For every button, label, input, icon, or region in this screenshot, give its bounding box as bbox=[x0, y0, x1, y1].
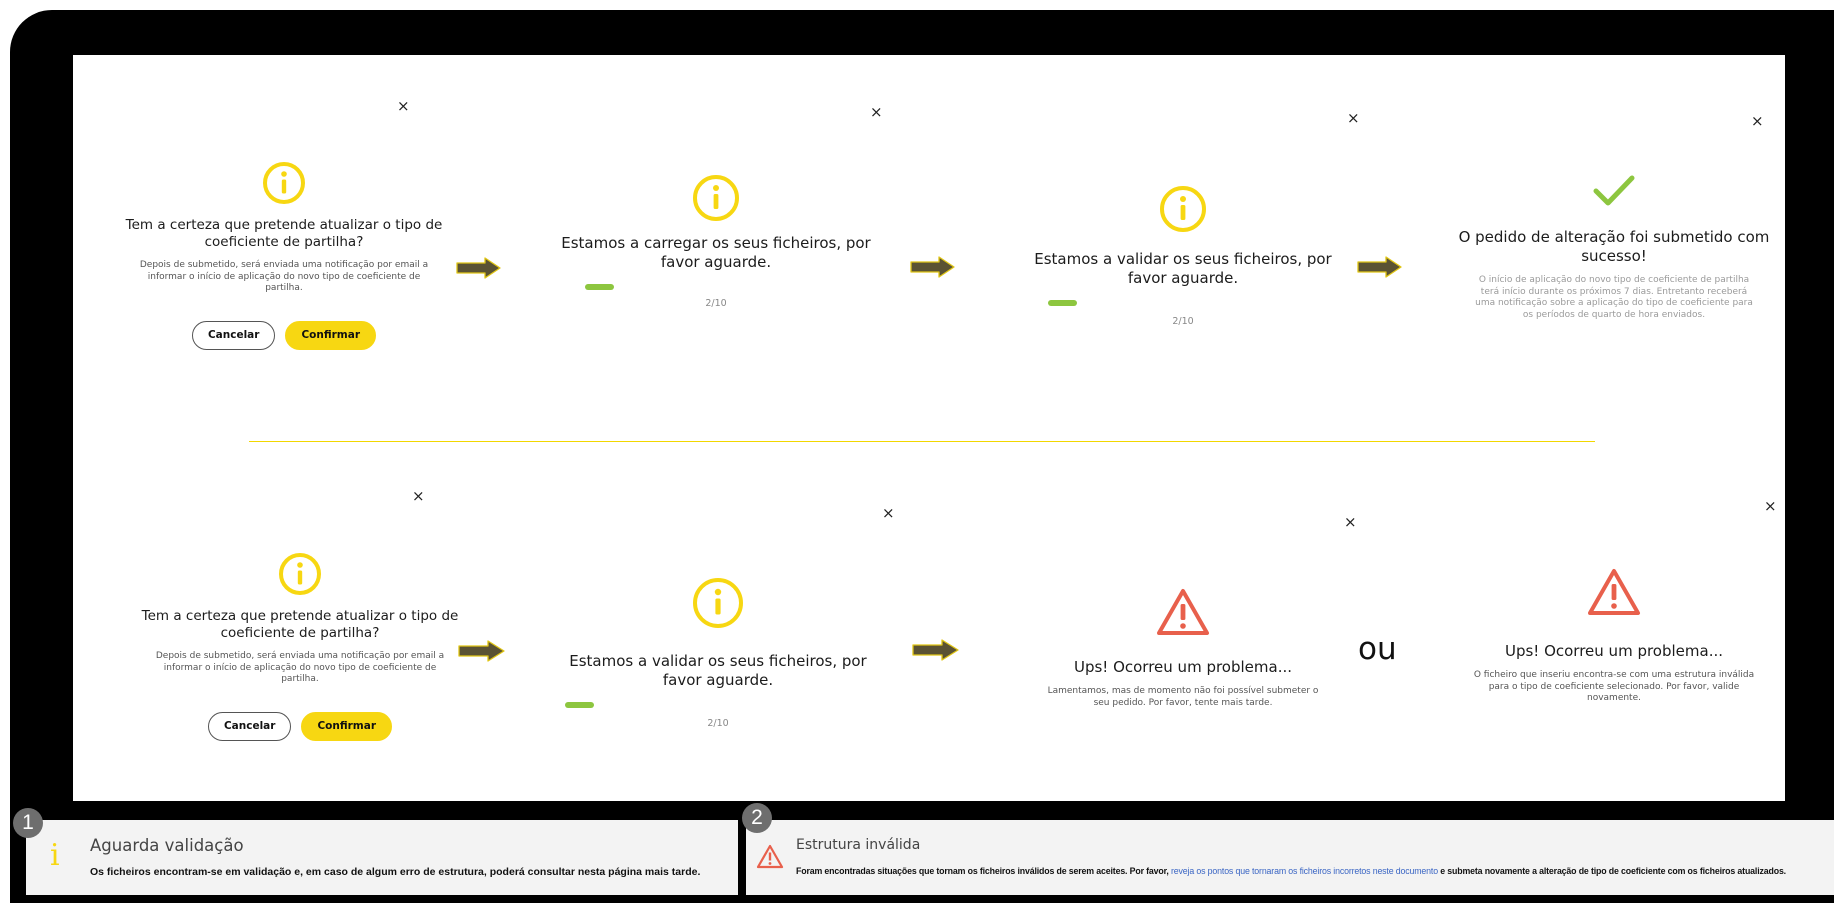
pending-validation-notice: i Aguarda validação Os ficheiros encontr… bbox=[26, 820, 738, 895]
notice-body: Os ficheiros encontram-se em validação e… bbox=[90, 866, 701, 878]
confirm-dialog: Tem a certeza que pretende atualizar o t… bbox=[135, 552, 465, 741]
error-dialog: Ups! Ocorreu um problema... O ficheiro q… bbox=[1449, 567, 1779, 705]
close-icon[interactable]: × bbox=[1344, 515, 1357, 530]
uploading-dialog: Estamos a carregar os seus ficheiros, po… bbox=[551, 174, 881, 309]
info-circle-icon bbox=[1160, 186, 1206, 232]
close-icon[interactable]: × bbox=[1751, 114, 1764, 129]
warning-triangle-icon bbox=[1157, 589, 1209, 635]
document-link[interactable]: reveja os pontos que tornaram os ficheir… bbox=[1171, 866, 1438, 876]
error-dialog: Ups! Ocorreu um problema... Lamentamos, … bbox=[1018, 587, 1348, 709]
cancel-button[interactable]: Cancelar bbox=[207, 711, 292, 741]
arrow-right-icon bbox=[456, 257, 501, 279]
dialog-description: Depois de submetido, será enviada uma no… bbox=[155, 651, 445, 684]
notice-body-text: Foram encontradas situações que tornam o… bbox=[796, 866, 1169, 876]
confirm-dialog: Tem a certeza que pretende atualizar o t… bbox=[119, 161, 449, 350]
progress-bar bbox=[1048, 300, 1077, 306]
arrow-right-icon bbox=[1357, 256, 1402, 278]
close-icon[interactable]: × bbox=[412, 489, 425, 504]
dialog-title: Ups! Ocorreu um problema... bbox=[1504, 642, 1724, 660]
dialog-title: Estamos a validar os seus ficheiros, por… bbox=[569, 652, 867, 689]
warning-triangle-icon bbox=[1588, 569, 1640, 615]
file-counter: 2/10 bbox=[707, 718, 729, 729]
flow-canvas: × Tem a certeza que pretende atualizar o… bbox=[73, 55, 1785, 801]
notice-body: Foram encontradas situações que tornam o… bbox=[796, 866, 1786, 876]
arrow-right-icon bbox=[912, 639, 959, 661]
info-circle-icon bbox=[263, 162, 305, 204]
dialog-title: O pedido de alteração foi submetido com … bbox=[1458, 228, 1770, 265]
success-dialog: O pedido de alteração foi submetido com … bbox=[1449, 173, 1779, 321]
notice-body-text: e submeta novamente a alteração de tipo … bbox=[1440, 866, 1786, 876]
notice-title: Estrutura inválida bbox=[796, 837, 921, 853]
dialog-description: O início de aplicação do novo tipo de co… bbox=[1475, 275, 1753, 320]
checkmark-icon bbox=[1593, 175, 1635, 206]
dialog-description: Lamentamos, mas de momento não foi possí… bbox=[1047, 686, 1319, 708]
invalid-structure-notice: Estrutura inválida Foram encontradas sit… bbox=[746, 820, 1834, 895]
alternative-separator: ou bbox=[1358, 631, 1397, 667]
validating-dialog: Estamos a validar os seus ficheiros, por… bbox=[1018, 185, 1348, 327]
confirm-button[interactable]: Confirmar bbox=[301, 711, 393, 741]
validating-dialog: Estamos a validar os seus ficheiros, por… bbox=[553, 577, 883, 729]
file-counter: 2/10 bbox=[705, 298, 727, 309]
warning-triangle-icon bbox=[756, 844, 784, 869]
file-counter: 2/10 bbox=[1172, 316, 1194, 327]
info-circle-icon bbox=[279, 553, 321, 595]
info-circle-icon bbox=[693, 175, 739, 221]
step-badge: 2 bbox=[742, 803, 772, 833]
arrow-right-icon bbox=[910, 256, 955, 278]
dialog-description: Depois de submetido, será enviada uma no… bbox=[139, 260, 429, 293]
dialog-description: O ficheiro que inseriu encontra-se com u… bbox=[1473, 670, 1755, 703]
close-icon[interactable]: × bbox=[1764, 499, 1777, 514]
info-icon: i bbox=[50, 838, 60, 873]
dialog-title: Estamos a validar os seus ficheiros, por… bbox=[1034, 250, 1332, 287]
dialog-title: Tem a certeza que pretende atualizar o t… bbox=[125, 217, 443, 250]
dialog-title: Estamos a carregar os seus ficheiros, po… bbox=[561, 234, 871, 271]
close-icon[interactable]: × bbox=[870, 105, 883, 120]
step-badge: 1 bbox=[13, 808, 43, 838]
progress-bar bbox=[565, 702, 594, 708]
close-icon[interactable]: × bbox=[882, 506, 895, 521]
confirm-button[interactable]: Confirmar bbox=[285, 320, 377, 350]
notice-title: Aguarda validação bbox=[90, 836, 244, 855]
arrow-right-icon bbox=[458, 640, 505, 662]
dialog-title: Tem a certeza que pretende atualizar o t… bbox=[141, 608, 459, 641]
row-divider bbox=[249, 441, 1595, 442]
info-circle-icon bbox=[693, 578, 743, 628]
dialog-title: Ups! Ocorreu um problema... bbox=[1073, 658, 1293, 676]
close-icon[interactable]: × bbox=[1347, 111, 1360, 126]
close-icon[interactable]: × bbox=[397, 99, 410, 114]
progress-bar bbox=[585, 284, 614, 290]
cancel-button[interactable]: Cancelar bbox=[191, 320, 276, 350]
